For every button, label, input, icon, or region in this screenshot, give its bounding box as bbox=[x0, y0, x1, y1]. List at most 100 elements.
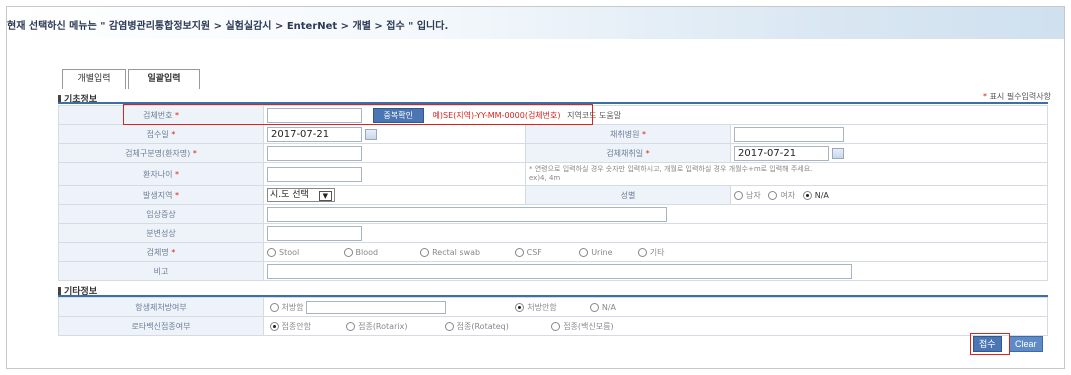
collect-hospital-input[interactable] bbox=[734, 126, 844, 142]
row-specimen-no: 검체번호 * 중복확인 예)SE(지역)-YY-MM-0000(검체번호) 지역… bbox=[58, 105, 1048, 125]
clear-button[interactable]: Clear bbox=[1009, 336, 1043, 352]
label-stool-character: 분변성상 bbox=[58, 223, 264, 243]
other-info-table: 항생제처방여부 처방함 처방안함 N/A 로타백신접종여부 접종안함 접종(Ro… bbox=[58, 297, 1048, 336]
label-sex: 성별 bbox=[525, 185, 731, 205]
specimen-option-label: 기타 bbox=[649, 247, 665, 257]
calendar-icon[interactable] bbox=[365, 128, 377, 140]
specimen-radio-other[interactable] bbox=[637, 247, 647, 257]
specimen-radio-stool[interactable] bbox=[267, 247, 276, 257]
chevron-down-icon: ▼ bbox=[318, 191, 332, 201]
row-rotavirus: 로타백신접종여부 접종안함 접종(Rotarix) 접종(Rotateq) 접종… bbox=[58, 316, 1048, 336]
value-receipt-date: 2017-07-21 bbox=[263, 124, 526, 144]
specimen-radio-blood[interactable] bbox=[343, 247, 353, 257]
specimen-option-label: Urine bbox=[591, 247, 613, 257]
rota-radio-none[interactable] bbox=[269, 321, 279, 331]
row-remarks: 비고 bbox=[58, 261, 1048, 281]
specimen-option-label: Stool bbox=[279, 247, 300, 257]
specimen-option-label: CSF bbox=[526, 247, 542, 257]
specimen-no-input[interactable] bbox=[267, 107, 362, 123]
antibiotic-option-label: N/A bbox=[601, 302, 616, 312]
rota-option-label: 접종(Rotarix) bbox=[358, 321, 408, 331]
antibiotic-radio-no[interactable] bbox=[515, 302, 525, 312]
label-specimen-id: 검체구분명(환자명) * bbox=[58, 143, 264, 163]
label-receipt-date: 접수일 * bbox=[58, 124, 264, 144]
row-specimen-type: 검체명 * Stool Blood Rectal swab CSF Urine … bbox=[58, 242, 1048, 262]
label-remarks: 비고 bbox=[58, 261, 264, 281]
basic-info-table: 검체번호 * 중복확인 예)SE(지역)-YY-MM-0000(검체번호) 지역… bbox=[58, 105, 1048, 281]
required-note-text: 표시 필수입력사항 bbox=[989, 92, 1051, 101]
value-patient-age bbox=[263, 162, 526, 186]
sex-radio-male[interactable] bbox=[734, 190, 743, 200]
stool-character-input[interactable] bbox=[267, 225, 362, 241]
sex-radio-female[interactable] bbox=[768, 190, 778, 200]
row-specimen-id: 검체구분명(환자명) * 검체채취일 * 2017-07-21 bbox=[58, 143, 1048, 163]
specimen-no-format-hint: 예)SE(지역)-YY-MM-0000(검체번호) bbox=[432, 110, 561, 120]
sex-radio-na[interactable] bbox=[802, 190, 812, 200]
value-rotavirus: 접종안함 접종(Rotarix) 접종(Rotateq) 접종(백신모름) bbox=[263, 316, 1048, 336]
value-specimen-no: 중복확인 예)SE(지역)-YY-MM-0000(검체번호) 지역코드 도움말 bbox=[263, 105, 1048, 125]
value-remarks bbox=[263, 261, 1048, 281]
specimen-id-input[interactable] bbox=[267, 145, 362, 161]
calendar-icon[interactable] bbox=[832, 147, 844, 159]
age-note-line2: ex)4, 4m bbox=[529, 174, 561, 182]
value-region: 시.도 선택 ▼ bbox=[263, 185, 526, 205]
breadcrumb-bar: 현재 선택하신 메뉴는 " 감염병관리통합정보지원 > 실험실감시 > Ente… bbox=[7, 7, 1064, 39]
clinical-symptoms-input[interactable] bbox=[267, 206, 667, 222]
patient-age-note: * 연령으로 입력하실 경우 숫자만 입력하시고, 개월로 입력하실 경우 개월… bbox=[525, 162, 1048, 186]
label-specimen-type: 검체명 * bbox=[58, 242, 264, 262]
antibiotic-detail-input[interactable] bbox=[306, 300, 447, 314]
label-collect-hospital: 채취병원 * bbox=[525, 124, 731, 144]
patient-age-input[interactable] bbox=[267, 166, 362, 182]
specimen-option-label: Blood bbox=[355, 247, 379, 257]
receipt-date-input[interactable]: 2017-07-21 bbox=[267, 126, 362, 142]
region-select-value: 시.도 선택 bbox=[270, 190, 309, 200]
rota-option-label: 접종안함 bbox=[281, 321, 311, 331]
tab-batch[interactable]: 일괄입력 bbox=[128, 69, 200, 89]
section-bullet-icon bbox=[58, 287, 61, 295]
remarks-input[interactable] bbox=[267, 263, 852, 279]
value-specimen-type: Stool Blood Rectal swab CSF Urine 기타 bbox=[263, 242, 1048, 262]
specimen-radio-rectal-swab[interactable] bbox=[420, 247, 430, 257]
section-divider bbox=[58, 102, 1048, 104]
specimen-option-label: Rectal swab bbox=[432, 247, 481, 257]
required-note: * 표시 필수입력사항 bbox=[983, 91, 1051, 102]
rota-option-label: 접종(Rotateq) bbox=[456, 321, 509, 331]
rota-radio-unknown[interactable] bbox=[551, 321, 561, 331]
sex-option-label: 남자 bbox=[746, 190, 761, 200]
value-specimen-id bbox=[263, 143, 526, 163]
row-region: 발생지역 * 시.도 선택 ▼ 성별 남자 여자 N/A bbox=[58, 185, 1048, 205]
specimen-radio-urine[interactable] bbox=[579, 247, 589, 257]
label-antibiotic: 항생제처방여부 bbox=[58, 297, 264, 317]
value-stool-character bbox=[263, 223, 1048, 243]
label-clinical-symptoms: 임상증상 bbox=[58, 204, 264, 224]
duplicate-check-button[interactable]: 중복확인 bbox=[372, 107, 424, 123]
label-region: 발생지역 * bbox=[58, 185, 264, 205]
value-clinical-symptoms bbox=[263, 204, 1048, 224]
antibiotic-radio-yes[interactable] bbox=[269, 302, 279, 312]
row-receipt-date: 접수일 * 2017-07-21 채취병원 * bbox=[58, 124, 1048, 144]
tab-individual[interactable]: 개별입력 bbox=[62, 69, 126, 89]
sex-option-label: 여자 bbox=[780, 190, 796, 200]
rota-radio-rotarix[interactable] bbox=[346, 321, 356, 331]
region-select[interactable]: 시.도 선택 ▼ bbox=[267, 188, 335, 202]
row-stool-character: 분변성상 bbox=[58, 223, 1048, 243]
antibiotic-radio-na[interactable] bbox=[589, 302, 599, 312]
region-code-help-link[interactable]: 지역코드 도움말 bbox=[567, 111, 621, 120]
row-clinical-symptoms: 임상증상 bbox=[58, 204, 1048, 224]
age-note-line1: * 연령으로 입력하실 경우 숫자만 입력하시고, 개월로 입력하실 경우 개월… bbox=[529, 165, 813, 173]
antibiotic-option-label: 처방함 bbox=[281, 302, 304, 312]
rota-radio-rotateq[interactable] bbox=[444, 321, 454, 331]
rota-option-label: 접종(백신모름) bbox=[563, 321, 614, 331]
value-sex: 남자 여자 N/A bbox=[730, 185, 1048, 205]
label-collect-date: 검체채취일 * bbox=[525, 143, 731, 163]
collect-date-input[interactable]: 2017-07-21 bbox=[734, 145, 829, 161]
sex-option-label: N/A bbox=[814, 190, 829, 200]
value-antibiotic: 처방함 처방안함 N/A bbox=[263, 297, 1048, 317]
breadcrumb: 현재 선택하신 메뉴는 " 감염병관리통합정보지원 > 실험실감시 > Ente… bbox=[7, 21, 449, 32]
specimen-radio-csf[interactable] bbox=[514, 247, 524, 257]
antibiotic-option-label: 처방안함 bbox=[527, 302, 557, 312]
label-rotavirus: 로타백신접종여부 bbox=[58, 316, 264, 336]
accept-button[interactable]: 접수 bbox=[973, 336, 1002, 352]
label-patient-age: 환자나이 * bbox=[58, 162, 264, 186]
required-star: * bbox=[983, 92, 988, 101]
